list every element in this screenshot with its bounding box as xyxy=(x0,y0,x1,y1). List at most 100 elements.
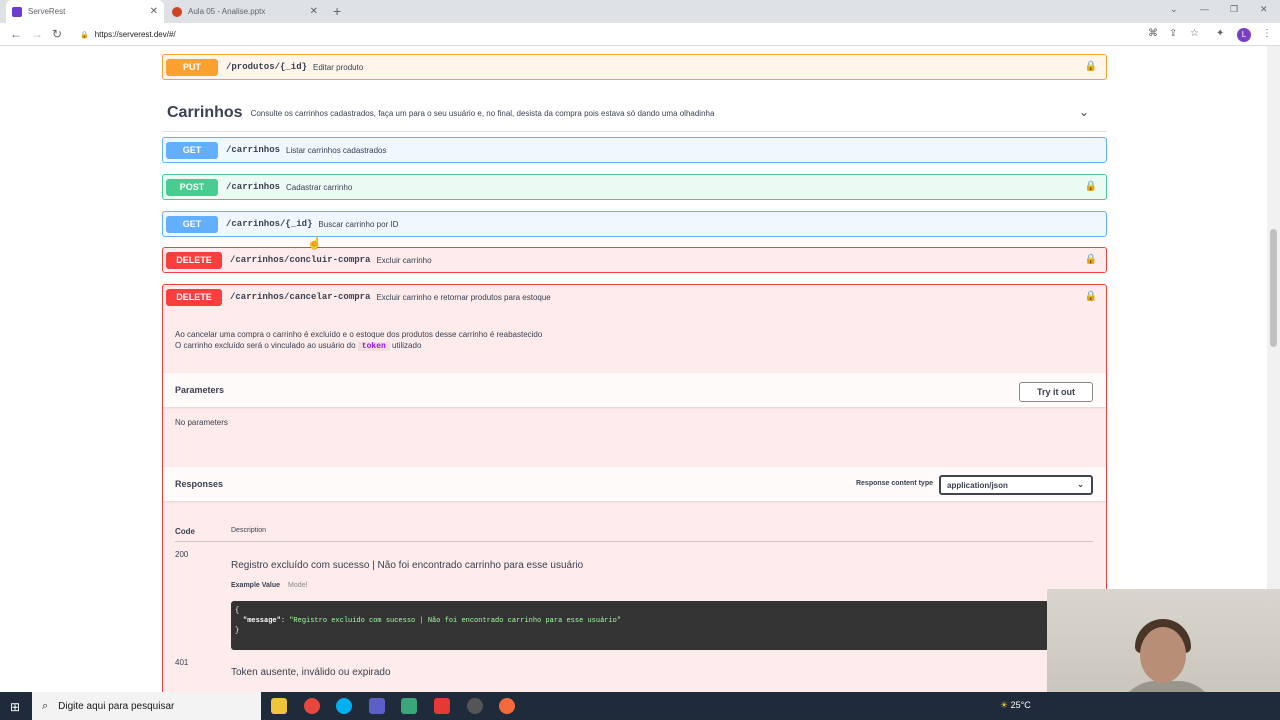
method-badge: POST xyxy=(166,178,218,196)
powerpoint-favicon-icon xyxy=(172,6,182,17)
model-tab[interactable]: Model xyxy=(288,582,307,589)
responses-header: Responses Response content type applicat… xyxy=(163,467,1106,501)
endpoint-path: /produtos/{_id} xyxy=(226,62,308,72)
opblock-get-carrinhos[interactable]: GET /carrinhos Listar carrinhos cadastra… xyxy=(162,137,1107,163)
restore-icon[interactable]: ❐ xyxy=(1230,4,1238,15)
method-badge: DELETE xyxy=(166,288,222,306)
example-tabs: Example Value Model xyxy=(231,582,307,589)
search-icon: ⌕ xyxy=(42,699,49,712)
description-line: O carrinho excluído será o vinculado ao … xyxy=(175,340,542,352)
padlock-icon[interactable]: 🔒 xyxy=(1085,254,1097,265)
serverest-favicon-icon xyxy=(12,6,22,17)
opblock-delete-concluir-compra[interactable]: DELETE /carrinhos/concluir-compra Exclui… xyxy=(162,247,1107,273)
endpoint-description: Listar carrinhos cadastrados xyxy=(286,145,387,155)
chrome-icon[interactable] xyxy=(304,698,320,714)
close-window-icon[interactable]: ✕ xyxy=(1260,4,1268,15)
opblock-post-carrinhos[interactable]: POST /carrinhos Cadastrar carrinho 🔒 xyxy=(162,174,1107,200)
table-divider xyxy=(175,541,1093,542)
scrollbar-thumb[interactable] xyxy=(1270,229,1277,347)
profile-avatar[interactable]: L xyxy=(1237,28,1251,42)
padlock-icon[interactable]: 🔒 xyxy=(1085,291,1097,302)
hand-cursor-icon: ☝ xyxy=(307,236,322,250)
windows-taskbar: ⊞ ⌕ Digite aqui para pesquisar ☀ 25°C xyxy=(0,692,1280,720)
method-badge: GET xyxy=(166,215,218,233)
description-text: O carrinho excluído será o vinculado ao … xyxy=(175,341,356,350)
method-badge: DELETE xyxy=(166,251,222,269)
response-code: 401 xyxy=(175,658,189,667)
parameters-title: Parameters xyxy=(175,385,225,395)
example-value-tab[interactable]: Example Value xyxy=(231,582,280,589)
reload-icon[interactable]: ↻ xyxy=(52,27,62,41)
description-text: utilizado xyxy=(392,341,422,350)
translate-icon[interactable]: ⌘ xyxy=(1148,28,1158,39)
json-line: "message": "Registro excluído com sucess… xyxy=(243,617,622,625)
close-tab-icon[interactable]: ✕ xyxy=(150,6,158,17)
token-code: token xyxy=(357,342,390,351)
json-key: "message" xyxy=(243,617,281,625)
minimize-icon[interactable]: — xyxy=(1200,4,1209,14)
postman-icon[interactable] xyxy=(499,698,515,714)
json-brace: { xyxy=(235,607,240,615)
weather-widget[interactable]: ☀ 25°C xyxy=(1000,700,1031,711)
opblock-summary[interactable]: DELETE /carrinhos/cancelar-compra Exclui… xyxy=(163,285,1106,309)
response-content-type-label: Response content type xyxy=(855,480,933,487)
close-tab-icon[interactable]: ✕ xyxy=(310,6,318,17)
tag-description: Consulte os carrinhos cadastrados, faça … xyxy=(250,108,715,118)
url-text[interactable]: https://serverest.dev/#/ xyxy=(95,30,176,39)
response-description: Token ausente, inválido ou expirado xyxy=(231,667,391,678)
json-brace: } xyxy=(235,627,240,635)
teams-icon[interactable] xyxy=(369,698,385,714)
response-description: Registro excluído com sucesso | Não foi … xyxy=(231,560,584,571)
tag-header-carrinhos[interactable]: Carrinhos Consulte os carrinhos cadastra… xyxy=(162,95,1107,132)
example-json-block: { "message": "Registro excluído com suce… xyxy=(231,601,1049,650)
windows-start-icon[interactable]: ⊞ xyxy=(10,700,20,714)
bookmark-star-icon[interactable]: ☆ xyxy=(1190,28,1199,39)
endpoint-path: /carrinhos/cancelar-compra xyxy=(230,292,371,302)
lock-icon: 🔒 xyxy=(80,31,89,39)
endpoint-path: /carrinhos xyxy=(226,182,281,192)
file-explorer-icon[interactable] xyxy=(271,698,287,714)
search-placeholder: Digite aqui para pesquisar xyxy=(58,700,175,712)
back-icon[interactable]: ← xyxy=(10,27,22,41)
url-field[interactable]: 🔒 https://serverest.dev/#/ xyxy=(80,27,176,42)
tab-title: Aula 05 - Analise.pptx xyxy=(188,7,266,16)
taskbar-search[interactable]: ⌕ Digite aqui para pesquisar xyxy=(32,692,261,720)
address-bar: ← → ↻ 🔒 https://serverest.dev/#/ ⌘ ⇪ ☆ ✦… xyxy=(0,23,1280,46)
select-value: application/json xyxy=(947,480,1008,490)
responses-title: Responses xyxy=(175,479,224,489)
extensions-icon[interactable]: ✦ xyxy=(1216,28,1224,39)
tab-serverest[interactable]: ServeRest ✕ xyxy=(6,0,164,23)
skype-icon[interactable] xyxy=(336,698,352,714)
chevron-down-icon[interactable]: ⌄ xyxy=(1079,105,1089,119)
chevron-down-icon: ⌄ xyxy=(1077,480,1084,489)
opblock-put-produtos[interactable]: PUT /produtos/{_id} Editar produto 🔒 xyxy=(162,54,1107,80)
menu-icon[interactable]: ⋮ xyxy=(1262,28,1272,39)
endpoint-path: /carrinhos/concluir-compra xyxy=(230,255,371,265)
tab-title: ServeRest xyxy=(28,7,66,16)
forward-icon[interactable]: → xyxy=(31,27,43,41)
description-line: Ao cancelar uma compra o carrinho é excl… xyxy=(175,330,543,339)
code-column-header: Code xyxy=(175,527,195,536)
weather-temperature: 25°C xyxy=(1010,700,1031,710)
obs-icon[interactable] xyxy=(467,698,483,714)
endpoint-description: Excluir carrinho e retornar produtos par… xyxy=(376,292,551,302)
tab-aula05[interactable]: Aula 05 - Analise.pptx ✕ xyxy=(166,0,324,23)
try-it-out-button[interactable]: Try it out xyxy=(1019,382,1093,402)
operation-description: Ao cancelar uma compra o carrinho é excl… xyxy=(175,329,542,352)
parameters-header: Parameters Try it out xyxy=(163,373,1106,407)
new-tab-icon[interactable]: + xyxy=(333,3,341,19)
endpoint-description: Excluir carrinho xyxy=(376,255,432,265)
padlock-icon[interactable]: 🔒 xyxy=(1085,181,1097,192)
endpoint-path: /carrinhos/{_id} xyxy=(226,219,313,229)
response-content-type-select[interactable]: application/json ⌄ xyxy=(939,475,1093,495)
xampp-icon[interactable] xyxy=(434,698,450,714)
opblock-get-carrinho-id[interactable]: GET /carrinhos/{_id} Buscar carrinho por… xyxy=(162,211,1107,237)
opblock-body: Ao cancelar uma compra o carrinho é excl… xyxy=(163,310,1106,692)
tab-search-icon[interactable]: ⌄ xyxy=(1170,4,1178,15)
share-icon[interactable]: ⇪ xyxy=(1169,28,1177,39)
padlock-icon[interactable]: 🔒 xyxy=(1085,61,1097,72)
endpoint-description: Cadastrar carrinho xyxy=(286,182,353,192)
presenter-head xyxy=(1140,627,1186,683)
endpoint-description: Editar produto xyxy=(313,62,364,72)
notes-icon[interactable] xyxy=(401,698,417,714)
